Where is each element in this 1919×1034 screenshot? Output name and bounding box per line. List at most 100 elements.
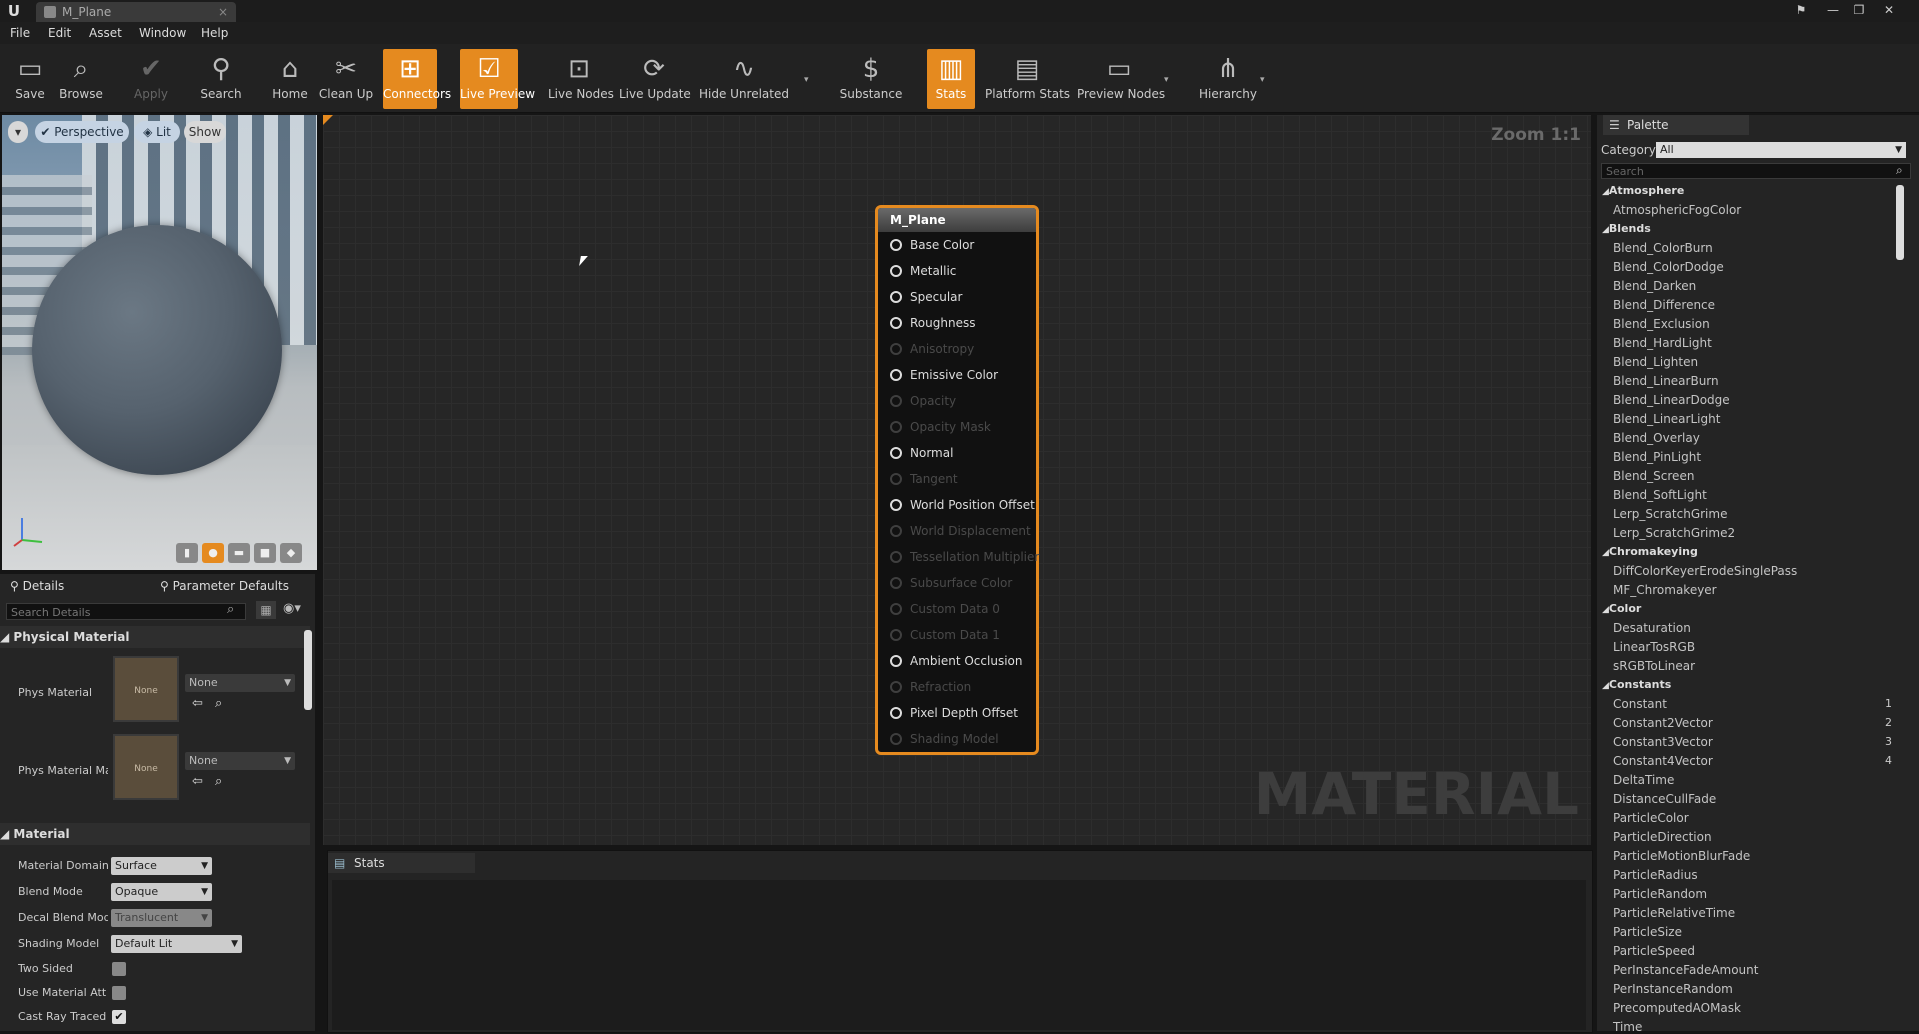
search-button[interactable]: ⚲ Search xyxy=(196,49,246,109)
palette-item[interactable]: Time xyxy=(1613,1020,1642,1034)
toolbar-dropdown-icon[interactable]: ▾ xyxy=(1260,75,1265,85)
sphere-preview-icon[interactable]: ● xyxy=(202,543,224,563)
lit-button[interactable]: ◈ Lit xyxy=(134,121,180,143)
two-sided-checkbox[interactable] xyxy=(112,962,126,976)
stats-tab[interactable]: ▤ Stats xyxy=(328,853,475,873)
palette-item[interactable]: Blend_ColorBurn xyxy=(1613,241,1713,255)
material-domain-combo[interactable]: Surface ▼ xyxy=(111,857,212,875)
palette-item[interactable]: ParticleRandom xyxy=(1613,887,1707,901)
palette-item[interactable]: Lerp_ScratchGrime2 xyxy=(1613,526,1735,540)
phys-material-thumbnail[interactable]: None xyxy=(113,656,179,722)
palette-item[interactable]: DiffColorKeyerErodeSinglePass xyxy=(1613,564,1797,578)
use-selected-arrow-icon[interactable]: ⇦ xyxy=(192,774,203,789)
browse-asset-icon[interactable]: ⌕ xyxy=(215,774,222,789)
blend-mode-combo[interactable]: Opaque ▼ xyxy=(111,883,212,901)
live-update-button[interactable]: ⟳ Live Update xyxy=(619,49,691,109)
palette-item[interactable]: Blend_Difference xyxy=(1613,298,1715,312)
palette-item[interactable]: Blend_Screen xyxy=(1613,469,1694,483)
palette-item[interactable]: DistanceCullFade xyxy=(1613,792,1716,806)
live-nodes-button[interactable]: ⊡ Live Nodes xyxy=(548,49,614,109)
palette-item[interactable]: Blend_LinearLight xyxy=(1613,412,1720,426)
browse-asset-icon[interactable]: ⌕ xyxy=(215,696,222,711)
connectors-button[interactable]: ⊞ Connectors xyxy=(383,49,451,109)
shading-model-combo[interactable]: Default Lit ▼ xyxy=(111,935,242,953)
perspective-button[interactable]: ✔ Perspective xyxy=(35,121,129,143)
feedback-icon[interactable]: ⚑ xyxy=(1790,2,1812,18)
details-search-input[interactable]: Search Details xyxy=(6,603,246,620)
palette-tab[interactable]: ☰ Palette xyxy=(1603,115,1749,135)
palette-item[interactable]: Blend_SoftLight xyxy=(1613,488,1707,502)
palette-item[interactable]: DeltaTime xyxy=(1613,773,1674,787)
palette-item[interactable]: Blend_Lighten xyxy=(1613,355,1698,369)
menu-file[interactable]: File xyxy=(10,26,30,40)
palette-item[interactable]: Blend_LinearDodge xyxy=(1613,393,1730,407)
palette-item[interactable]: Blend_PinLight xyxy=(1613,450,1701,464)
close-window-icon[interactable]: ✕ xyxy=(1878,2,1900,18)
details-tab[interactable]: ⚲ Details xyxy=(10,574,150,598)
palette-item[interactable]: sRGBToLinear xyxy=(1613,659,1695,673)
home-button[interactable]: ⌂ Home xyxy=(266,49,314,109)
node-pin[interactable]: Metallic xyxy=(890,262,956,280)
palette-item[interactable]: Blend_Exclusion xyxy=(1613,317,1710,331)
document-tab[interactable]: M_Plane × xyxy=(36,2,236,22)
visibility-eye-icon[interactable]: ◉▾ xyxy=(283,601,301,616)
category-combo[interactable]: All ▼ xyxy=(1656,142,1906,158)
palette-item[interactable]: Constant3Vector xyxy=(1613,735,1713,749)
node-pin[interactable]: Base Color xyxy=(890,236,974,254)
menu-help[interactable]: Help xyxy=(201,26,228,40)
palette-category[interactable]: ◢Blends xyxy=(1602,222,1651,235)
material-section[interactable]: ◢ Material xyxy=(0,823,310,845)
minimize-icon[interactable]: — xyxy=(1822,2,1844,18)
palette-item[interactable]: PerInstanceFadeAmount xyxy=(1613,963,1758,977)
clean-up-button[interactable]: ✂ Clean Up xyxy=(318,49,374,109)
menu-edit[interactable]: Edit xyxy=(48,26,71,40)
material-result-node[interactable]: M_Plane Base Color Metallic Specular Roughn… xyxy=(875,205,1039,755)
parameter-defaults-tab[interactable]: ⚲ Parameter Defaults xyxy=(160,574,310,598)
palette-item[interactable]: ParticleRelativeTime xyxy=(1613,906,1735,920)
palette-item[interactable]: Blend_HardLight xyxy=(1613,336,1712,350)
palette-item[interactable]: Constant xyxy=(1613,697,1667,711)
palette-category[interactable]: ◢Chromakeying xyxy=(1602,545,1698,558)
cast-ray-traced-shadows-checkbox[interactable]: ✔ xyxy=(112,1010,126,1024)
grid-view-icon[interactable]: ▦ xyxy=(256,601,276,619)
cylinder-preview-icon[interactable]: ▮ xyxy=(176,543,198,563)
palette-category[interactable]: ◢Color xyxy=(1602,602,1641,615)
node-pin[interactable]: Pixel Depth Offset xyxy=(890,704,1018,722)
palette-search-input[interactable]: Search xyxy=(1601,163,1911,179)
palette-item[interactable]: ParticleSize xyxy=(1613,925,1682,939)
menu-asset[interactable]: Asset xyxy=(89,26,122,40)
hierarchy-button[interactable]: ⋔ Hierarchy xyxy=(1195,49,1261,109)
menu-window[interactable]: Window xyxy=(139,26,186,40)
palette-category[interactable]: ◢Atmosphere xyxy=(1602,184,1684,197)
mesh-preview-icon[interactable]: ◆ xyxy=(280,543,302,563)
palette-item[interactable]: ParticleMotionBlurFade xyxy=(1613,849,1750,863)
preview-viewport[interactable]: ▾ ✔ Perspective ◈ Lit Show ▮ ● ▬ ■ ◆ xyxy=(2,115,317,570)
cube-preview-icon[interactable]: ■ xyxy=(254,543,276,563)
palette-item[interactable]: AtmosphericFogColor xyxy=(1613,203,1741,217)
node-pin[interactable]: Emissive Color xyxy=(890,366,998,384)
palette-item[interactable]: Blend_LinearBurn xyxy=(1613,374,1719,388)
palette-item[interactable]: Blend_ColorDodge xyxy=(1613,260,1724,274)
palette-item[interactable]: ParticleColor xyxy=(1613,811,1689,825)
palette-item[interactable]: MF_Chromakeyer xyxy=(1613,583,1717,597)
use-material-attributes-checkbox[interactable] xyxy=(112,986,126,1000)
stats-button[interactable]: ▥ Stats xyxy=(927,49,975,109)
palette-item[interactable]: Desaturation xyxy=(1613,621,1691,635)
hide-unrelated-button[interactable]: ∿ Hide Unrelated xyxy=(698,49,790,109)
use-selected-arrow-icon[interactable]: ⇦ xyxy=(192,696,203,711)
node-pin[interactable]: Ambient Occlusion xyxy=(890,652,1022,670)
phys-material-mask-combo[interactable]: None ▼ xyxy=(185,752,295,770)
palette-item[interactable]: ParticleRadius xyxy=(1613,868,1698,882)
palette-item[interactable]: Blend_Darken xyxy=(1613,279,1696,293)
preview-nodes-button[interactable]: ▭ Preview Nodes xyxy=(1077,49,1165,109)
plane-preview-icon[interactable]: ▬ xyxy=(228,543,250,563)
palette-item[interactable]: Blend_Overlay xyxy=(1613,431,1700,445)
save-button[interactable]: ▭ Save xyxy=(8,49,52,109)
details-scrollbar[interactable] xyxy=(304,630,312,710)
show-button[interactable]: Show xyxy=(184,121,226,143)
palette-item[interactable]: Lerp_ScratchGrime xyxy=(1613,507,1727,521)
palette-item[interactable]: ParticleSpeed xyxy=(1613,944,1695,958)
palette-item[interactable]: PrecomputedAOMask xyxy=(1613,1001,1741,1015)
palette-category[interactable]: ◢Constants xyxy=(1602,678,1671,691)
node-pin[interactable]: World Position Offset xyxy=(890,496,1035,514)
